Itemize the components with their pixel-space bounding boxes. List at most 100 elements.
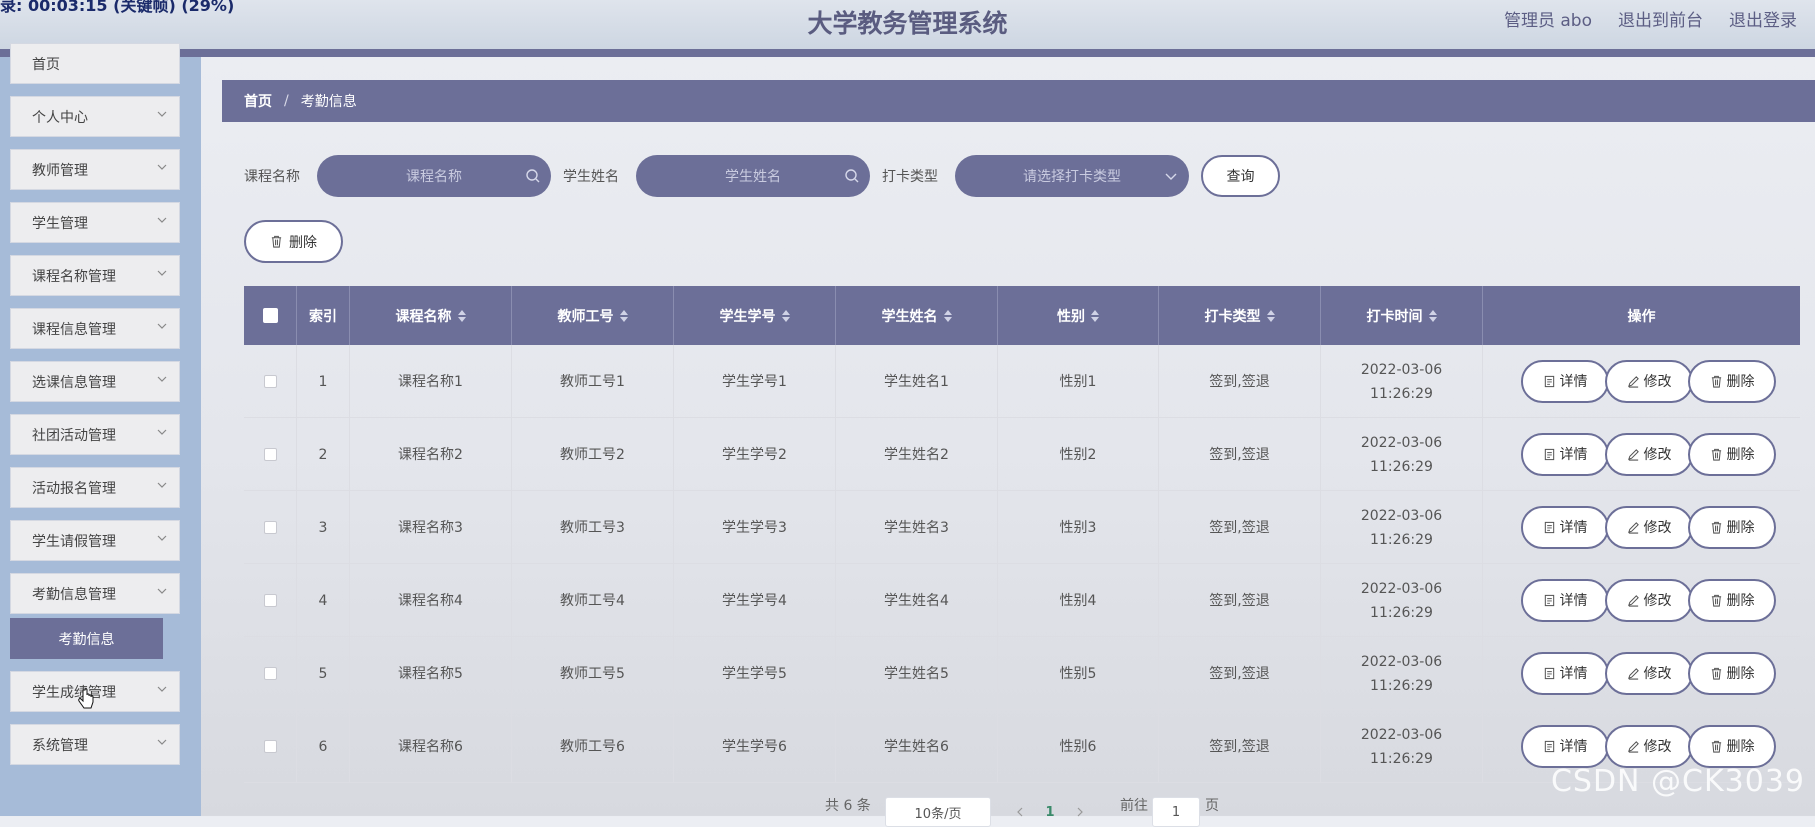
sort-icon[interactable]	[943, 309, 952, 322]
course-name-placeholder: 课程名称	[406, 169, 462, 185]
sidebar-item-system[interactable]: 系统管理	[10, 724, 180, 765]
sidebar-item-grades[interactable]: 学生成绩管理	[10, 671, 180, 712]
sort-icon[interactable]	[1091, 309, 1099, 322]
cell-teacher-id-text: 教师工号6	[560, 738, 625, 755]
delete-button[interactable]: 删除	[1688, 652, 1776, 695]
cell-student-no: 学生学号6	[674, 710, 836, 783]
row-checkbox[interactable]	[263, 594, 277, 607]
cell-teacher-id: 教师工号3	[512, 491, 674, 564]
cell-punch-type: 签到,签退	[1159, 637, 1321, 710]
chevron-down-icon	[157, 686, 167, 692]
detail-button[interactable]: 详情	[1521, 360, 1609, 403]
cell-gender: 性别3	[998, 491, 1159, 564]
header-punch-type[interactable]: 打卡类型	[1159, 286, 1321, 345]
detail-button[interactable]: 详情	[1521, 579, 1609, 622]
goto-page-input[interactable]: 1	[1152, 797, 1200, 827]
student-name-input[interactable]: 学生姓名	[636, 155, 870, 197]
sidebar-item-students[interactable]: 学生管理	[10, 202, 180, 243]
delete-button[interactable]: 删除	[1688, 506, 1776, 549]
header-gender[interactable]: 性别	[998, 286, 1159, 345]
course-name-input[interactable]: 课程名称	[317, 155, 551, 197]
header-divider	[0, 49, 1815, 57]
cell-course-name-text: 课程名称4	[398, 592, 463, 609]
row-checkbox[interactable]	[263, 667, 277, 680]
edit-button[interactable]: 修改	[1605, 433, 1693, 476]
trash-icon	[1711, 375, 1721, 388]
batch-delete-button[interactable]: 删除	[244, 220, 343, 263]
sidebar-item-leave[interactable]: 学生请假管理	[10, 520, 180, 561]
edit-button[interactable]: 修改	[1605, 579, 1693, 622]
cell-student-no: 学生学号4	[674, 564, 836, 637]
breadcrumb-home[interactable]: 首页	[244, 91, 272, 111]
detail-button[interactable]: 详情	[1521, 652, 1609, 695]
detail-button[interactable]: 详情	[1521, 433, 1609, 476]
cell-student-name-text: 学生姓名6	[884, 738, 949, 755]
select-all-checkbox[interactable]	[262, 308, 278, 323]
detail-button[interactable]: 详情	[1521, 506, 1609, 549]
cell-select	[244, 637, 297, 710]
sidebar-item-course-names[interactable]: 课程名称管理	[10, 255, 180, 296]
sidebar-item-home[interactable]: 首页	[10, 43, 180, 84]
row-checkbox[interactable]	[263, 740, 277, 753]
cell-student-name: 学生姓名5	[836, 637, 998, 710]
punch-type-select[interactable]: 请选择打卡类型	[955, 155, 1189, 197]
header-student-name[interactable]: 学生姓名	[836, 286, 998, 345]
chevron-down-icon	[157, 482, 167, 488]
sort-icon[interactable]	[1266, 309, 1275, 322]
query-button[interactable]: 查询	[1201, 155, 1280, 197]
row-checkbox[interactable]	[263, 448, 277, 461]
header-teacher-id[interactable]: 教师工号	[512, 286, 674, 345]
sidebar-item-activity-signup[interactable]: 活动报名管理	[10, 467, 180, 508]
prev-page-button[interactable]	[1006, 797, 1034, 827]
student-name-placeholder: 学生姓名	[725, 169, 781, 185]
edit-button[interactable]: 修改	[1605, 725, 1693, 768]
edit-button-label: 修改	[1643, 665, 1672, 682]
back-to-front-link[interactable]: 退出到前台	[1618, 6, 1703, 31]
next-page-button[interactable]	[1066, 797, 1094, 827]
sidebar-item-enrollment[interactable]: 选课信息管理	[10, 361, 180, 402]
sort-icon[interactable]	[1428, 309, 1437, 322]
edit-icon	[1627, 595, 1639, 607]
chevron-down-icon	[157, 111, 167, 117]
edit-icon	[1627, 522, 1639, 534]
cell-punch-type: 签到,签退	[1159, 491, 1321, 564]
delete-button[interactable]: 删除	[1688, 360, 1776, 403]
sort-icon[interactable]	[781, 309, 790, 322]
chevron-down-icon	[157, 739, 167, 745]
header-student-no[interactable]: 学生学号	[674, 286, 836, 345]
sidebar-item-label: 系统管理	[32, 737, 88, 754]
row-checkbox[interactable]	[263, 375, 277, 388]
sidebar-item-club-activities[interactable]: 社团活动管理	[10, 414, 180, 455]
sidebar-item-profile[interactable]: 个人中心	[10, 96, 180, 137]
edit-button-label: 修改	[1643, 519, 1672, 536]
sidebar-subitem-attendance-info[interactable]: 考勤信息	[10, 618, 163, 659]
edit-button[interactable]: 修改	[1605, 360, 1693, 403]
delete-button-label: 删除	[1726, 519, 1755, 536]
row-checkbox[interactable]	[263, 521, 277, 534]
delete-button[interactable]: 删除	[1688, 433, 1776, 476]
header-course-name[interactable]: 课程名称	[350, 286, 512, 345]
detail-button-label: 详情	[1559, 373, 1588, 390]
sidebar-item-label: 选课信息管理	[32, 374, 116, 391]
header-label: 打卡类型	[1204, 308, 1261, 325]
page-number-current[interactable]: 1	[1036, 797, 1064, 827]
edit-button[interactable]: 修改	[1605, 506, 1693, 549]
header-punch-time[interactable]: 打卡时间	[1321, 286, 1483, 345]
cell-student-no: 学生学号3	[674, 491, 836, 564]
edit-button[interactable]: 修改	[1605, 652, 1693, 695]
sidebar-item-teachers[interactable]: 教师管理	[10, 149, 180, 190]
cell-course-name-text: 课程名称6	[398, 738, 463, 755]
page-size-select[interactable]: 10条/页	[885, 797, 991, 827]
delete-button[interactable]: 删除	[1688, 725, 1776, 768]
detail-button[interactable]: 详情	[1521, 725, 1609, 768]
cell-student-name: 学生姓名1	[836, 345, 998, 418]
sort-icon[interactable]	[457, 309, 466, 322]
sidebar-item-course-info[interactable]: 课程信息管理	[10, 308, 180, 349]
delete-button[interactable]: 删除	[1688, 579, 1776, 622]
sidebar-item-attendance[interactable]: 考勤信息管理	[10, 573, 180, 614]
table-header: 索引 课程名称 教师工号 学生学号 学生姓名 性别 打卡类型 打卡时间 操作	[244, 286, 1800, 345]
logout-link[interactable]: 退出登录	[1729, 6, 1797, 31]
trash-icon	[1711, 448, 1721, 461]
detail-button-label: 详情	[1559, 738, 1588, 755]
sort-icon[interactable]	[619, 309, 628, 322]
